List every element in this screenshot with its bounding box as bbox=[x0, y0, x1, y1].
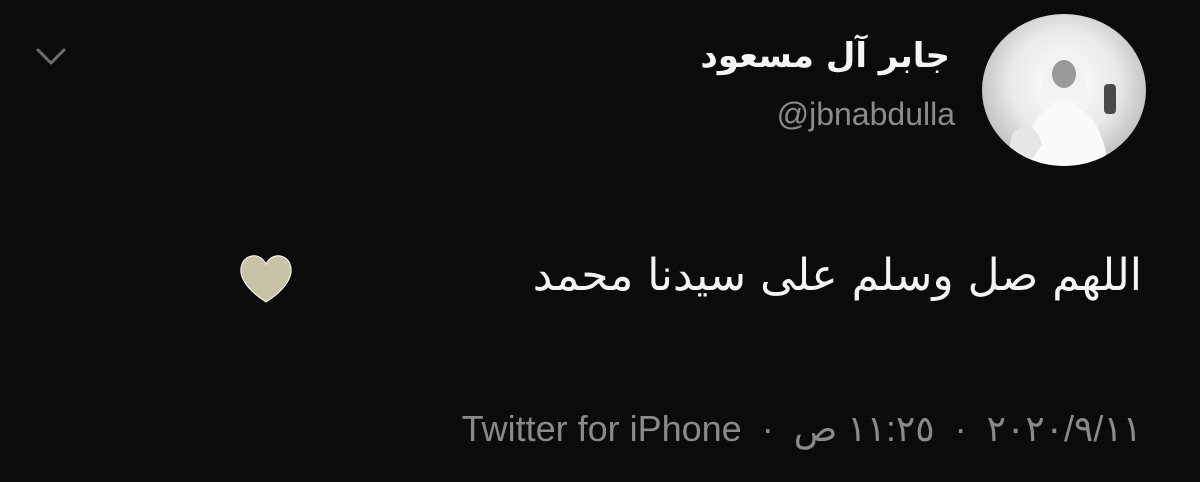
meta-separator: · bbox=[954, 408, 967, 449]
author-name[interactable]: جابر آل مسعود bbox=[700, 36, 950, 76]
tweet-text: اللهم صل وسلم على سيدنا محمد bbox=[532, 250, 1142, 301]
meta-separator: · bbox=[761, 408, 774, 449]
tweet-meta: Twitter for iPhone · ١١:٢٥ ص · ٢٠٢٠/٩/١١ bbox=[462, 408, 1142, 450]
tweet-source[interactable]: Twitter for iPhone bbox=[462, 408, 742, 450]
avatar[interactable] bbox=[982, 14, 1146, 166]
tweet-time: ١١:٢٥ ص bbox=[793, 408, 935, 449]
tweet-card[interactable]: جابر آل مسعود @jbnabdulla اللهم صل وسلم … bbox=[0, 0, 1200, 482]
author-handle[interactable]: @jbnabdulla bbox=[777, 96, 955, 133]
heart-icon bbox=[236, 250, 296, 306]
chevron-down-icon[interactable] bbox=[34, 44, 68, 70]
tweet-date: ٢٠٢٠/٩/١١ bbox=[986, 408, 1142, 449]
